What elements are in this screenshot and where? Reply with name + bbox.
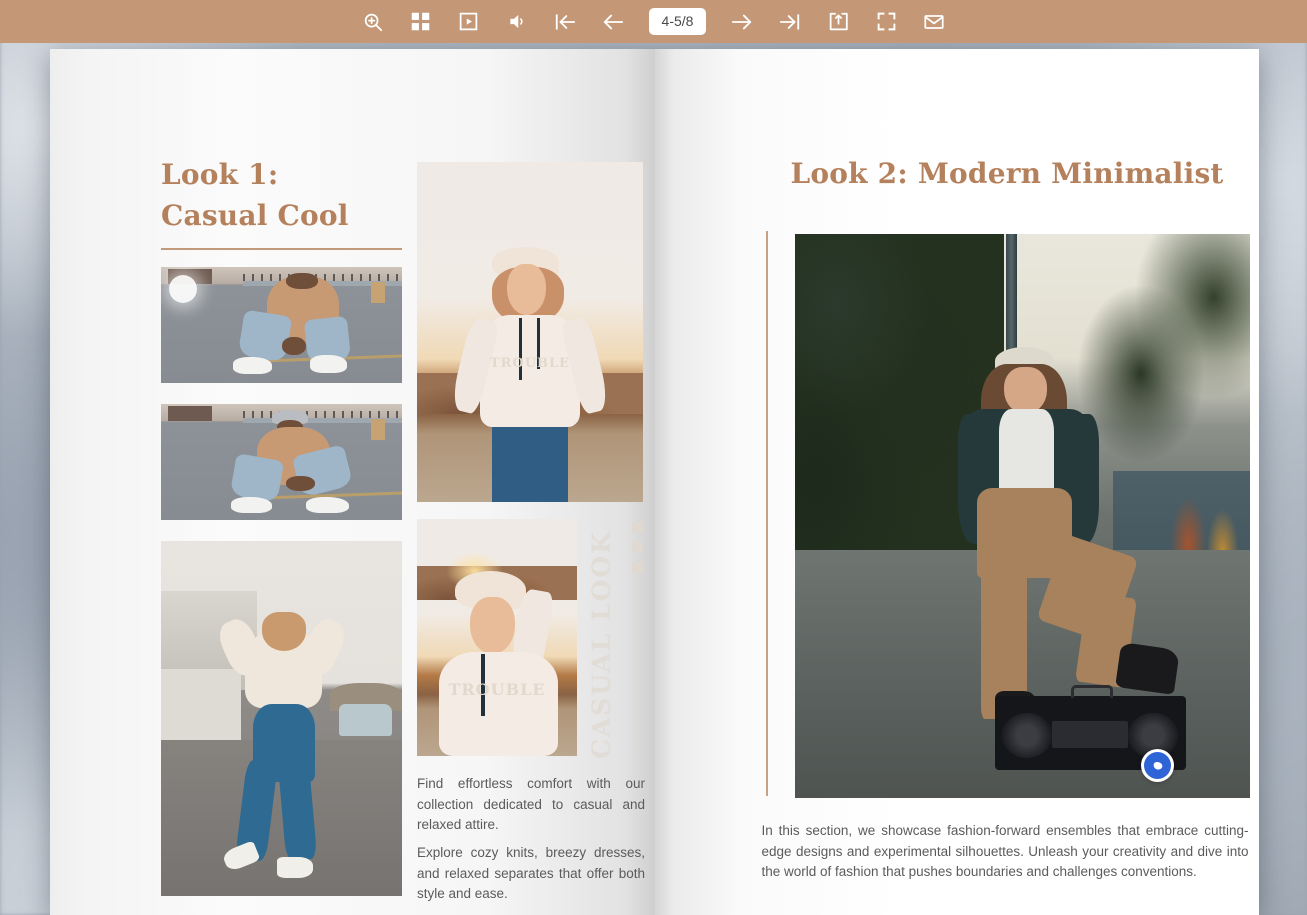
- email-icon[interactable]: [916, 4, 952, 40]
- hoodie-graphic-text-small: TROUBLE: [417, 680, 577, 699]
- decorative-vertical-line: [638, 573, 639, 759]
- vertical-section-label: CASUAL LOOK: [587, 519, 627, 759]
- slideshow-icon[interactable]: [451, 4, 487, 40]
- right-page-paragraph: In this section, we showcase fashion-for…: [762, 821, 1249, 883]
- thumbnails-icon[interactable]: [403, 4, 439, 40]
- zoom-in-icon[interactable]: [355, 4, 391, 40]
- look-1-title-line-1: Look 1:: [161, 155, 411, 196]
- flipbook-spread[interactable]: Look 1: Casual Cool: [50, 49, 1259, 915]
- title-underline: [161, 248, 402, 250]
- left-page-paragraph-2: Explore cozy knits, breezy dresses, and …: [417, 843, 645, 905]
- photo-woman-trouble-hoodie: TROUBLE: [417, 162, 643, 502]
- share-icon[interactable]: [820, 4, 856, 40]
- flipbook-viewer: 4-5/8: [0, 0, 1307, 915]
- photo-woman-boombox-street: [795, 234, 1250, 798]
- photo-man-tying-shoe: [161, 404, 402, 520]
- photo-man-crouching-tan-hoodie: [161, 267, 402, 383]
- sound-icon[interactable]: [499, 4, 535, 40]
- page-indicator-input[interactable]: 4-5/8: [649, 8, 707, 35]
- next-page-icon[interactable]: [724, 4, 760, 40]
- look-2-title: Look 2: Modern Minimalist: [791, 157, 1224, 190]
- previous-page-icon[interactable]: [595, 4, 631, 40]
- decorative-dots: [632, 522, 643, 573]
- last-page-icon[interactable]: [772, 4, 808, 40]
- viewer-toolbar: 4-5/8: [0, 0, 1307, 43]
- chat-bubble-icon: [1144, 752, 1171, 779]
- left-page[interactable]: Look 1: Casual Cool: [50, 49, 655, 915]
- chat-bubble-badge[interactable]: [1141, 749, 1174, 782]
- decorative-circle: [169, 275, 197, 303]
- left-page-paragraph-1: Find effortless comfort with our collect…: [417, 774, 645, 836]
- right-page[interactable]: Look 2: Modern Minimalist: [655, 49, 1260, 915]
- look-1-title-line-2: Casual Cool: [161, 196, 411, 237]
- hoodie-graphic-text: TROUBLE: [417, 356, 643, 371]
- first-page-icon[interactable]: [547, 4, 583, 40]
- photo-woman-cap-sunset: TROUBLE: [417, 519, 577, 756]
- look-1-title: Look 1: Casual Cool: [161, 155, 411, 236]
- photo-woman-walking-away: [161, 541, 402, 896]
- right-page-accent-line: [766, 231, 768, 796]
- fullscreen-icon[interactable]: [868, 4, 904, 40]
